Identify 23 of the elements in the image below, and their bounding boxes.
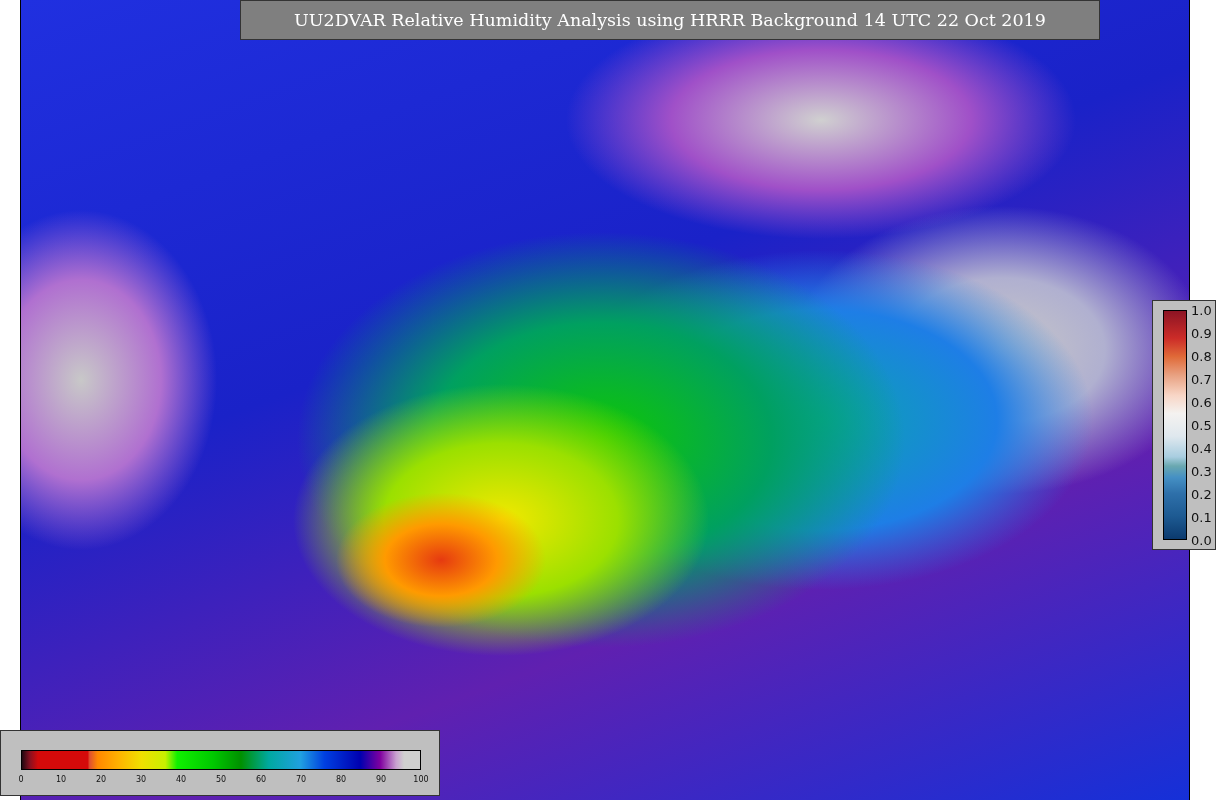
- tick-label: 70: [295, 775, 307, 784]
- chart-title: UU2DVAR Relative Humidity Analysis using HRRR Background 14 UTC 22 Oct 2019: [240, 0, 1100, 40]
- tick-label: 0.1: [1191, 509, 1212, 525]
- tick-label: 0.3: [1191, 463, 1212, 479]
- tick-label: 0.5: [1191, 417, 1212, 433]
- tick-label: 0.2: [1191, 486, 1212, 502]
- tick-label: 40: [175, 775, 187, 784]
- tick-label: 0: [18, 775, 24, 784]
- tick-label: 0.0: [1191, 532, 1212, 548]
- tick-label: 20: [95, 775, 107, 784]
- tick-label: 50: [215, 775, 227, 784]
- tick-label: 0.4: [1191, 440, 1212, 456]
- tick-label: 10: [55, 775, 67, 784]
- tick-label: 80: [335, 775, 347, 784]
- tick-label: 0.7: [1191, 371, 1212, 387]
- tick-label: 0.8: [1191, 348, 1212, 364]
- tick-label: 100: [413, 775, 429, 784]
- tick-label: 1.0: [1191, 302, 1212, 318]
- tick-label: 60: [255, 775, 267, 784]
- tick-label: 30: [135, 775, 147, 784]
- tick-label: 0.9: [1191, 325, 1212, 341]
- tick-label: 90: [375, 775, 387, 784]
- tick-label: 0.6: [1191, 394, 1212, 410]
